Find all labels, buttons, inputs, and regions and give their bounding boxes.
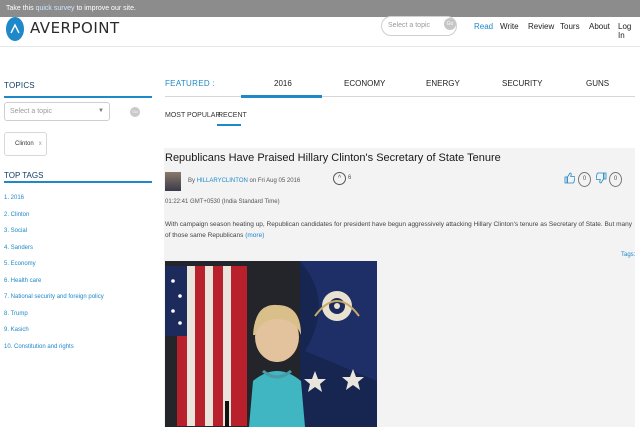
survey-suffix: to improve our site. [76, 5, 136, 12]
topic-select[interactable]: Select a topic ▼ [4, 102, 110, 121]
topics-heading: TOPICS [4, 81, 35, 90]
post-date: on Fri Aug 05 2016 [249, 178, 301, 184]
tag-link[interactable]: 7. National security and foreign policy [4, 293, 104, 310]
header-go-button[interactable]: Go [444, 18, 456, 30]
tag-link[interactable]: 8. Trump [4, 310, 104, 327]
nav-write[interactable]: Write [500, 22, 519, 31]
topic-chip-label: Clinton [15, 141, 34, 147]
byline-by: By [188, 178, 196, 184]
chip-remove-icon[interactable]: x [39, 141, 42, 147]
top-tags-list: 1. 2016 2. Clinton 3. Social 4. Sanders … [4, 194, 104, 359]
featured-label: FEATURED : [165, 79, 215, 88]
nav-read[interactable]: Read [474, 22, 493, 31]
upvote-icon[interactable]: ^ [333, 172, 346, 185]
site-header: AVERPOINT Select a topic Go Read Write R… [0, 16, 640, 47]
author-avatar[interactable] [165, 172, 181, 191]
nav-login[interactable]: Log In [618, 22, 640, 40]
article-snippet: With campaign season heating up, Republi… [165, 219, 635, 241]
tab-guns[interactable]: GUNS [586, 79, 609, 88]
thumbs-down-icon[interactable] [595, 172, 607, 187]
dislike-count: 0 [609, 172, 622, 187]
vote-count: 6 [348, 175, 352, 181]
nav-review[interactable]: Review [528, 22, 554, 31]
state-department-flag-image [300, 261, 377, 427]
active-subtab-indicator [217, 124, 241, 126]
chevron-down-icon: ▼ [98, 108, 104, 114]
byline: By HILLARYCLINTON on Fri Aug 05 2016 [188, 178, 300, 184]
us-flag-image [165, 266, 247, 426]
article-tags-label: Tags: [621, 252, 636, 258]
author-link[interactable]: HILLARYCLINTON [197, 178, 248, 184]
thumbs-up-icon[interactable] [564, 172, 576, 187]
read-more-link[interactable]: (more) [245, 232, 264, 239]
tag-link[interactable]: 3. Social [4, 227, 104, 244]
tag-link[interactable]: 2. Clinton [4, 211, 104, 228]
top-tags-heading: TOP TAGS [4, 171, 44, 180]
subtab-most-popular[interactable]: MOST POPULAR [165, 112, 221, 119]
top-tags-divider [4, 181, 152, 183]
tab-energy[interactable]: ENERGY [426, 79, 460, 88]
logo-text[interactable]: AVERPOINT [30, 19, 120, 37]
tag-link[interactable]: 6. Health care [4, 277, 104, 294]
article-timestamp: 01:22:41 GMT+0530 (India Standard Time) [165, 199, 280, 205]
article-title[interactable]: Republicans Have Praised Hillary Clinton… [165, 152, 501, 164]
tag-link[interactable]: 4. Sanders [4, 244, 104, 261]
nav-tours[interactable]: Tours [560, 22, 580, 31]
topic-select-placeholder: Select a topic [10, 108, 53, 115]
survey-link[interactable]: quick survey [36, 5, 75, 12]
topic-go-button[interactable]: Go [130, 107, 140, 117]
article-snippet-text: With campaign season heating up, Republi… [165, 221, 632, 239]
tag-link[interactable]: 5. Economy [4, 260, 104, 277]
nav-about[interactable]: About [589, 22, 610, 31]
topic-chip[interactable]: Clinton x [4, 132, 47, 156]
active-tab-indicator [241, 95, 322, 98]
tag-link[interactable]: 1. 2016 [4, 194, 104, 211]
article-card: Republicans Have Praised Hillary Clinton… [164, 148, 635, 427]
tab-2016[interactable]: 2016 [274, 79, 292, 88]
header-topic-search-placeholder: Select a topic [388, 22, 431, 29]
article-photo[interactable] [165, 261, 377, 427]
tab-economy[interactable]: ECONOMY [344, 79, 385, 88]
subtab-recent[interactable]: RECENT [218, 112, 247, 119]
tag-link[interactable]: 10. Constitution and rights [4, 343, 104, 360]
topics-divider [4, 96, 152, 98]
logo-icon[interactable] [6, 17, 24, 41]
like-count: 0 [578, 172, 591, 187]
survey-banner: Take this quick survey to improve our si… [0, 0, 640, 17]
survey-prefix: Take this [6, 5, 34, 12]
tab-security[interactable]: SECURITY [502, 79, 542, 88]
tag-link[interactable]: 9. Kasich [4, 326, 104, 343]
tabs-divider [165, 96, 635, 97]
